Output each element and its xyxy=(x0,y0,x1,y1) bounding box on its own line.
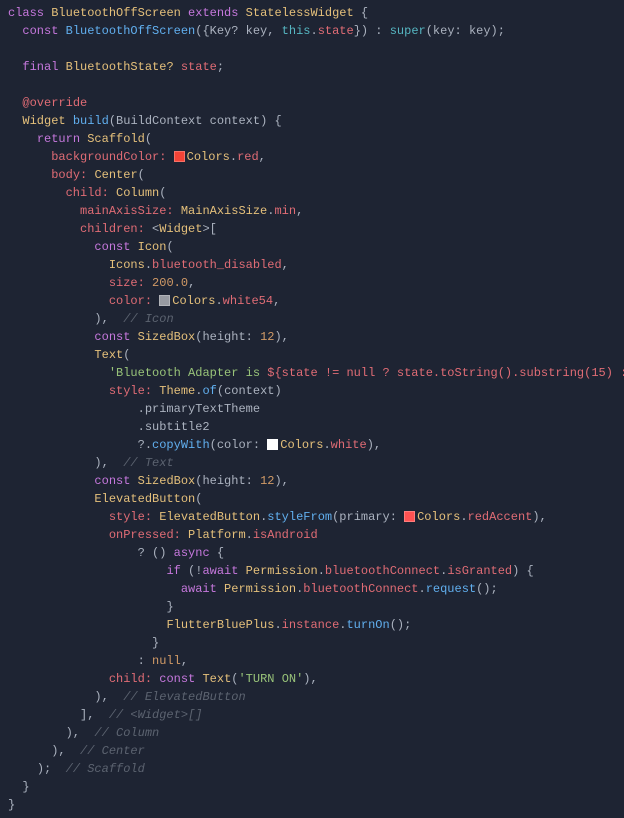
string-literal: 'Bluetooth Adapter is xyxy=(109,366,267,380)
comment: // Center xyxy=(66,744,145,758)
color-swatch-white54-icon xyxy=(159,295,170,306)
comment: // <Widget>[] xyxy=(94,708,202,722)
comment: // Column xyxy=(80,726,159,740)
comment: // Icon xyxy=(109,312,174,326)
keyword: extends xyxy=(188,6,238,20)
keyword: class xyxy=(8,6,44,20)
class-name: BluetoothOffScreen xyxy=(51,6,181,20)
this-keyword: this xyxy=(282,24,311,38)
string-literal: 'TURN ON' xyxy=(238,672,303,686)
code-editor: class BluetoothOffScreen extends Statele… xyxy=(0,0,624,818)
color-swatch-white-icon xyxy=(267,439,278,450)
keyword: const xyxy=(22,24,58,38)
color-swatch-redaccent-icon xyxy=(404,511,415,522)
annotation: @override xyxy=(22,96,87,110)
comment: // Text xyxy=(109,456,174,470)
color-swatch-red-icon xyxy=(174,151,185,162)
constructor: BluetoothOffScreen xyxy=(66,24,196,38)
method-name: build xyxy=(73,114,109,128)
class-name: StatelessWidget xyxy=(246,6,354,20)
params: ({Key? key, xyxy=(195,24,281,38)
super-keyword: super xyxy=(390,24,426,38)
comment: // Scaffold xyxy=(51,762,145,776)
brace: { xyxy=(354,6,368,20)
comment: // ElevatedButton xyxy=(109,690,246,704)
